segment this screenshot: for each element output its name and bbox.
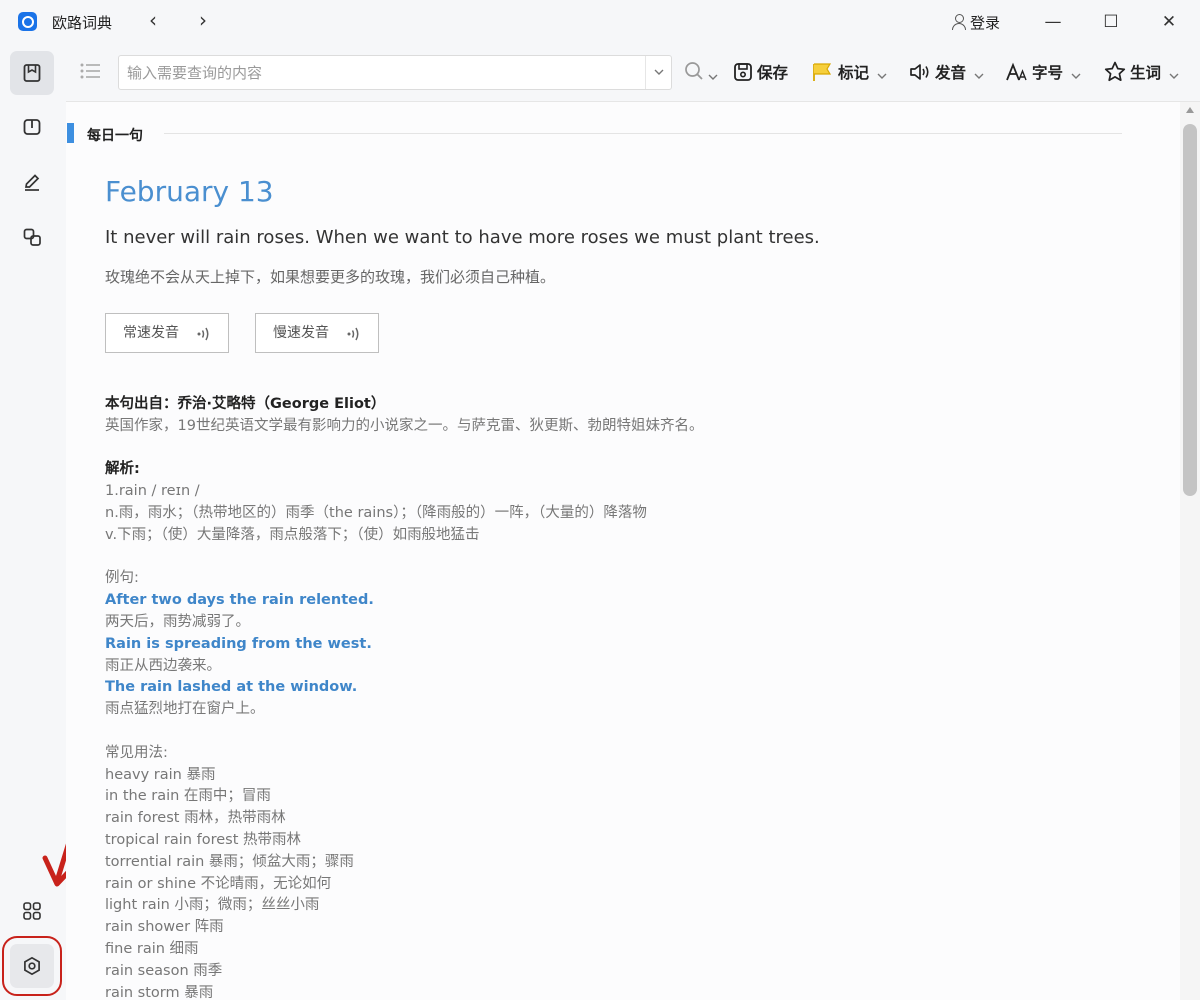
title-bar: 欧路词典 ‹ › 登录 — ☐ ✕ (0, 0, 1200, 44)
font-size-button[interactable]: 字号 (1006, 61, 1085, 85)
chevron-down-icon (1071, 73, 1081, 79)
maximize-button[interactable]: ☐ (1096, 8, 1126, 36)
app-title: 欧路词典 (52, 14, 113, 32)
source-heading: 本句出自：乔治·艾略特（George Eliot） (105, 396, 386, 412)
analysis-line: v.下雨；（使）大量降落，雨点般落下；（使）如雨般地猛击 (105, 526, 480, 543)
close-button[interactable]: ✕ (1154, 8, 1184, 36)
search-box (118, 55, 672, 90)
usage-item: light rain 小雨；微雨；丝丝小雨 (105, 897, 320, 914)
analysis-line: 1.rain / reɪn / (105, 483, 200, 500)
usage-item: rain season 雨季 (105, 962, 223, 979)
minimize-button[interactable]: — (1038, 8, 1068, 36)
example-chinese: 雨正从西边袭来。 (105, 657, 221, 674)
section-header: 每日一句 (66, 123, 1122, 145)
usage-item: rain shower 阵雨 (105, 919, 224, 936)
section-divider (164, 133, 1122, 134)
apps-grid-icon (23, 902, 41, 920)
example-english: Rain is spreading from the west. (105, 635, 372, 652)
normal-speed-button[interactable]: 常速发音 (105, 313, 229, 353)
font-size-label: 字号 (1032, 64, 1064, 82)
pronounce-label: 发音 (935, 64, 967, 82)
scroll-up-arrow-icon[interactable] (1185, 106, 1195, 114)
settings-icon (24, 956, 40, 976)
sidebar-item-apps[interactable] (10, 889, 54, 933)
translate-icon (23, 228, 41, 246)
chevron-down-icon (877, 73, 887, 79)
usage-item: torrential rain 暴雨；倾盆大雨；骤雨 (105, 853, 354, 870)
pronounce-button[interactable]: 发音 (909, 61, 988, 85)
usage-item: in the rain 在雨中；冒雨 (105, 788, 271, 805)
user-icon (952, 14, 966, 30)
chevron-down-icon (1169, 73, 1179, 79)
search-icon (685, 62, 703, 80)
sentence-english: It never will rain roses. When we want t… (105, 227, 820, 248)
sentence-details: 本句出自：乔治·艾略特（George Eliot） 英国作家，19世纪英语文学最… (105, 394, 1005, 1000)
back-button[interactable]: ‹ (140, 8, 166, 34)
new-word-label: 生词 (1130, 64, 1162, 82)
usage-item: rain forest 雨林，热带雨林 (105, 810, 286, 827)
chevron-down-icon (974, 73, 984, 79)
login-label: 登录 (970, 14, 1001, 32)
daily-sentence-panel: 每日一句 February 13 It never will rain rose… (66, 102, 1180, 1000)
usage-item: heavy rain 暴雨 (105, 766, 216, 783)
speaker-icon (910, 64, 929, 80)
usage-item: rain storm 暴雨 (105, 984, 214, 1000)
usage-item: rain or shine 不论晴雨，无论如何 (105, 875, 332, 892)
example-chinese: 两天后，雨势减弱了。 (105, 613, 250, 630)
scrollbar-thumb[interactable] (1183, 124, 1197, 496)
example-chinese: 雨点猛烈地打在窗户上。 (105, 701, 265, 718)
mark-label: 标记 (838, 64, 870, 82)
dictionary-icon (23, 64, 41, 82)
example-english: The rain lashed at the window. (105, 679, 358, 696)
example-english: After two days the rain relented. (105, 592, 374, 609)
flag-icon (813, 63, 832, 81)
chevron-down-icon (654, 69, 664, 75)
sentence-chinese: 玫瑰绝不会从天上掉下，如果想要更多的玫瑰，我们必须自己种植。 (105, 268, 556, 286)
book-icon (23, 119, 41, 135)
star-icon (1104, 61, 1126, 82)
analysis-heading: 解析: (105, 461, 140, 478)
usage-item: fine rain 细雨 (105, 940, 199, 957)
login-button[interactable]: 登录 (952, 12, 1000, 33)
slow-speed-button[interactable]: 慢速发音 (255, 313, 379, 353)
sound-wave-icon (347, 327, 359, 341)
search-button[interactable] (684, 61, 722, 85)
save-label: 保存 (757, 64, 789, 82)
sidebar-item-settings[interactable] (2, 936, 62, 996)
search-history-dropdown[interactable] (645, 56, 671, 89)
edit-icon (24, 174, 40, 191)
source-description: 英国作家，19世纪英语文学最有影响力的小说家之一。与萨克雷、狄更斯、勃朗特姐妹齐… (105, 417, 704, 434)
usage-heading: 常见用法: (105, 744, 168, 761)
vertical-scrollbar[interactable] (1180, 102, 1200, 1000)
normal-speed-label: 常速发音 (123, 325, 179, 341)
section-title: 每日一句 (87, 128, 143, 144)
forward-button[interactable]: › (190, 8, 216, 34)
search-input[interactable] (125, 56, 640, 89)
slow-speed-label: 慢速发音 (273, 325, 329, 341)
save-icon (734, 63, 752, 81)
app-logo-icon (18, 12, 37, 31)
sidebar (0, 44, 85, 1000)
mark-button[interactable]: 标记 (812, 61, 891, 85)
font-size-icon (1006, 62, 1027, 81)
sidebar-item-book[interactable] (10, 105, 54, 149)
save-button[interactable]: 保存 (733, 61, 788, 85)
new-word-button[interactable]: 生词 (1104, 61, 1183, 85)
section-accent-bar (67, 123, 74, 143)
sidebar-item-translate[interactable] (10, 215, 54, 259)
sidebar-item-dictionary[interactable] (10, 51, 54, 95)
usage-item: tropical rain forest 热带雨林 (105, 831, 301, 848)
sentence-date: February 13 (105, 175, 274, 208)
examples-heading: 例句: (105, 570, 139, 587)
chevron-down-icon (708, 74, 718, 80)
analysis-line: n.雨，雨水；（热带地区的）雨季（the rains）；（降雨般的）一阵，（大量… (105, 504, 647, 521)
sidebar-item-notes[interactable] (10, 160, 54, 204)
toolbar: 保存 标记 发音 字号 生词 (66, 44, 1200, 102)
list-icon[interactable] (80, 62, 102, 80)
sound-wave-icon (197, 327, 209, 341)
